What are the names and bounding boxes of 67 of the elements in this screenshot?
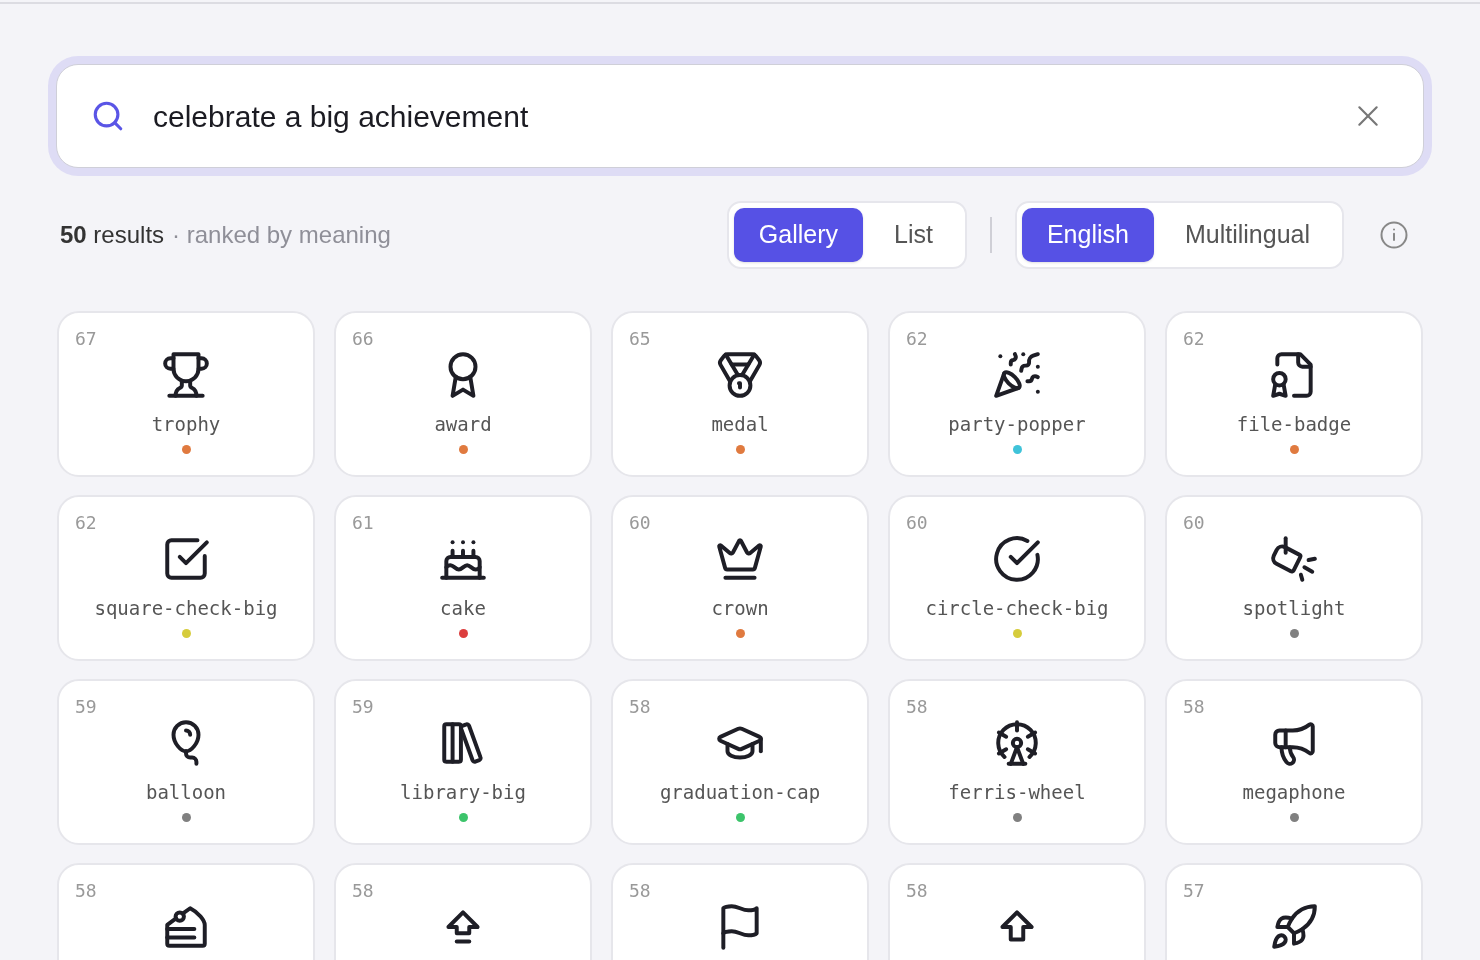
icon-name: ferris-wheel [948,780,1086,805]
icon-name: spotlight [1242,596,1346,621]
score: 62 [1183,327,1205,351]
search-input[interactable]: celebrate a big achievement [153,93,1355,139]
icon-card[interactable]: 62 party-popper [888,311,1146,477]
party-popper-icon [992,350,1042,400]
language-tab[interactable]: English [1021,208,1154,262]
icon-card[interactable]: 67 trophy [57,311,315,477]
icon-card[interactable]: 60 circle-check-big [888,495,1146,661]
score: 58 [906,879,928,903]
icon-name: library-big [400,780,526,805]
medal-icon [715,350,765,400]
score: 58 [629,695,651,719]
icon-card[interactable]: 59 library-big [334,679,592,845]
icon-card[interactable]: 62 square-check-big [57,495,315,661]
icon-card[interactable]: 60 crown [611,495,869,661]
score: 60 [906,511,928,535]
icon-name: crown [711,596,769,621]
icon-name: circle-check-big [925,596,1109,621]
icon-name: graduation-cap [659,780,821,805]
score: 62 [906,327,928,351]
view-tab[interactable]: List [867,208,960,262]
search-field[interactable]: celebrate a big achievement [56,64,1424,168]
score: 65 [629,327,651,351]
score: 67 [75,327,97,351]
score: 59 [75,695,97,719]
icon-card[interactable]: 66 award [334,311,592,477]
score: 60 [629,511,651,535]
icon-card[interactable]: 60 spotlight [1165,495,1423,661]
results-count: 50 results [60,220,165,250]
info-icon[interactable] [1379,220,1409,250]
icon-name: file-badge [1236,412,1352,437]
score: 61 [352,511,374,535]
score: 60 [1183,511,1205,535]
score: 57 [1183,879,1205,903]
circle-check-icon [992,534,1042,584]
search-icon [91,99,125,133]
icon-card[interactable]: 58 graduation-cap [611,679,869,845]
view-tab[interactable]: Gallery [733,208,864,262]
score: 58 [906,695,928,719]
icon-card[interactable]: 65 medal [611,311,869,477]
icon-card[interactable]: 62 file-badge [1165,311,1423,477]
icon-name: balloon [145,780,227,805]
icon-name: medal [711,412,769,437]
language-tab[interactable]: Multilingual [1157,208,1337,262]
icon-card[interactable]: 61 cake [334,495,592,661]
close-icon[interactable] [1355,103,1381,129]
icon-card[interactable]: 58 megaphone [1165,679,1423,845]
score: 58 [75,879,97,903]
icon-card[interactable]: 58 ferris-wheel [888,679,1146,845]
score: 62 [75,511,97,535]
score: 66 [352,327,374,351]
trophy-icon [161,350,211,400]
icon-name: square-check-big [94,596,278,621]
ranking-note: · ranked by meaning [172,220,391,250]
icon-name: party-popper [948,412,1086,437]
score: 58 [352,879,374,903]
score: 58 [629,879,651,903]
icon-name: megaphone [1242,780,1346,805]
icon-name: award [434,412,492,437]
icon-name: cake [440,596,486,621]
rocket-icon [1269,902,1319,952]
score: 58 [1183,695,1205,719]
icon-name: trophy [151,412,221,437]
score: 59 [352,695,374,719]
spotlight-icon [1269,534,1319,584]
icon-card[interactable]: 59 balloon [57,679,315,845]
